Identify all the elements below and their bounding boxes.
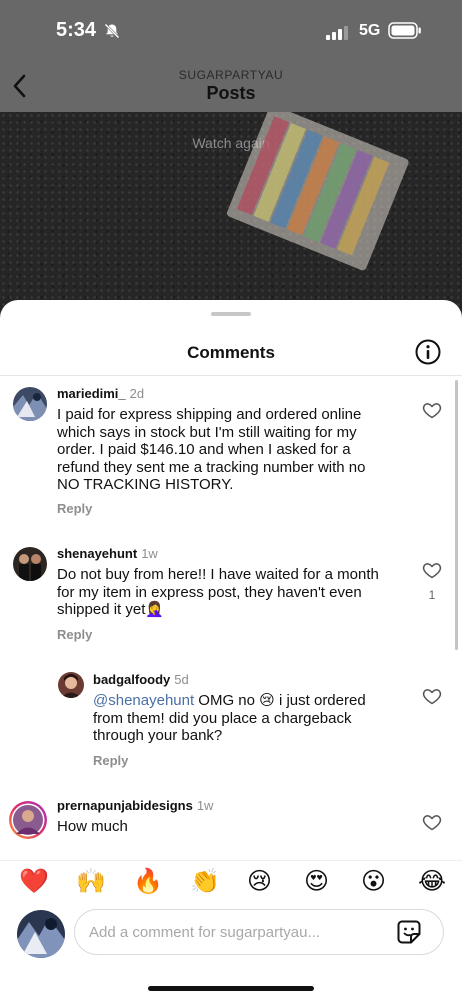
emoji-clapping[interactable]: 👏	[190, 867, 220, 895]
comment-username[interactable]: shenayehunt	[57, 546, 137, 561]
comment-time: 2d	[129, 386, 145, 401]
reply-button[interactable]: Reply	[93, 753, 128, 768]
comment-item: shenayehunt 1w Do not buy from here!! I h…	[0, 540, 462, 650]
reply-comment-item: badgalfoody 5d @shenayehunt OMG no 😢 i ju…	[0, 666, 462, 776]
battery-icon	[388, 22, 422, 44]
comment-username[interactable]: badgalfoody	[93, 672, 170, 687]
comment-item: mariedimi_ 2d I paid for express shipping…	[0, 380, 462, 530]
status-time: 5:34	[56, 19, 97, 41]
comment-meta: shenayehunt 1w	[57, 546, 158, 561]
avatar[interactable]	[58, 672, 84, 698]
mention-link[interactable]: @shenayehunt	[93, 692, 194, 709]
emoji-raised-hands[interactable]: 🙌	[76, 867, 106, 895]
emoji-heart-eyes[interactable]: 😍	[304, 867, 329, 895]
avatar[interactable]	[13, 547, 47, 581]
comment-text: How much	[57, 818, 128, 835]
info-icon[interactable]	[414, 338, 442, 371]
like-count: 1	[428, 588, 436, 602]
emoji-quick-bar: ❤️ 🙌 🔥 👏 😢 😍 😮 😂	[0, 860, 462, 902]
reply-button[interactable]: Reply	[57, 627, 92, 642]
emoji-fire[interactable]: 🔥	[133, 867, 163, 895]
avatar[interactable]	[8, 800, 48, 840]
account-name[interactable]: SUGARPARTYAU	[0, 68, 462, 82]
home-indicator[interactable]	[148, 986, 314, 991]
emoji-laughing[interactable]: 😂	[418, 867, 446, 895]
comment-item: prernapunjabidesigns 1w How much	[0, 792, 462, 860]
comment-time: 1w	[196, 798, 214, 813]
nav-bar: SUGARPARTYAU Posts	[0, 60, 462, 112]
post-video[interactable]: Watch again	[0, 112, 462, 312]
emoji-surprised[interactable]: 😮	[361, 867, 386, 895]
heart-icon[interactable]	[422, 560, 442, 585]
product-image	[226, 112, 409, 271]
comment-meta: badgalfoody 5d	[93, 672, 189, 687]
heart-icon[interactable]	[422, 400, 442, 425]
comments-sheet: Comments mariedimi_ 2d I paid for express…	[0, 300, 462, 1000]
comment-text: @shenayehunt OMG no 😢 i just ordered fro…	[93, 692, 393, 745]
drag-handle[interactable]	[211, 312, 251, 316]
bell-slash-icon	[104, 23, 120, 44]
heart-icon[interactable]	[422, 812, 442, 837]
comment-meta: mariedimi_ 2d	[57, 386, 144, 401]
status-bar: 5:34 5G	[0, 0, 462, 60]
comment-time: 5d	[174, 672, 189, 687]
signal-icon	[326, 26, 352, 45]
emoji-crying[interactable]: 😢	[247, 867, 272, 895]
network-label: 5G	[359, 22, 381, 39]
comment-username[interactable]: mariedimi_	[57, 386, 126, 401]
page-title: Posts	[206, 83, 256, 103]
emoji-heart[interactable]: ❤️	[19, 867, 49, 895]
comment-meta: prernapunjabidesigns 1w	[57, 798, 213, 813]
comment-text: I paid for express shipping and ordered …	[57, 406, 366, 493]
heart-icon[interactable]	[422, 686, 442, 711]
divider	[0, 375, 462, 376]
comments-title: Comments	[187, 343, 275, 362]
comment-time: 1w	[141, 546, 158, 561]
comment-username[interactable]: prernapunjabidesigns	[57, 798, 193, 813]
comment-input[interactable]	[74, 909, 444, 955]
sticker-icon[interactable]	[396, 919, 422, 950]
reply-button[interactable]: Reply	[57, 501, 92, 516]
avatar[interactable]	[13, 387, 47, 421]
comment-text: Do not buy from here!! I have waited for…	[57, 566, 379, 618]
avatar	[17, 910, 65, 958]
